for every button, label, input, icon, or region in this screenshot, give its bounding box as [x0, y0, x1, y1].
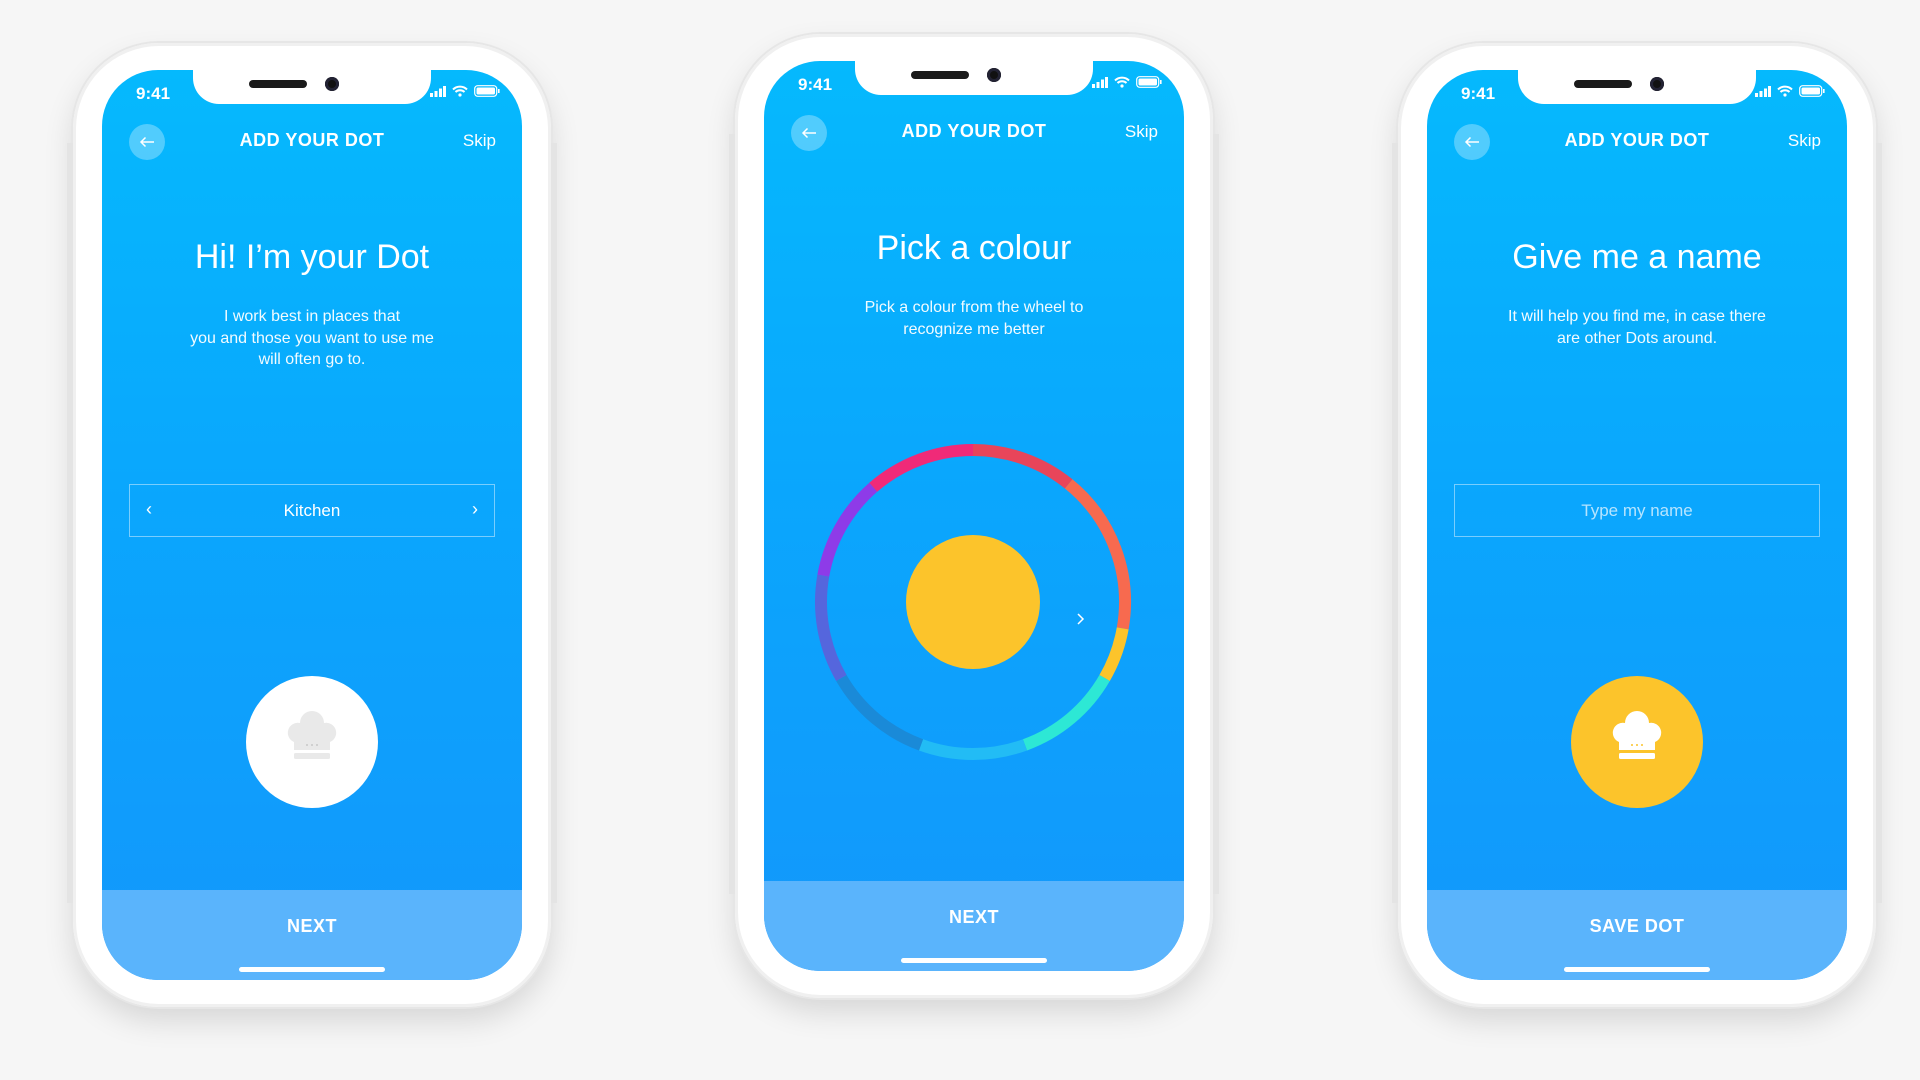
colour-wheel-segment[interactable]	[869, 444, 974, 492]
battery-icon	[474, 85, 500, 97]
chevron-left-icon[interactable]: ‹	[146, 499, 152, 520]
home-indicator	[1564, 967, 1710, 972]
skip-button[interactable]: Skip	[463, 131, 496, 151]
next-button-label: NEXT	[948, 907, 999, 927]
next-button-label: NEXT	[286, 916, 337, 936]
headline: Give me a name	[1512, 238, 1762, 276]
colour-wheel-segment[interactable]	[1064, 479, 1131, 630]
save-dot-button[interactable]: SAVE DOT	[1427, 890, 1847, 980]
description-line: are other Dots around.	[1556, 329, 1718, 347]
colour-wheel-segment[interactable]	[918, 739, 1028, 760]
description-line: you and those you want to use me	[190, 329, 434, 347]
name-input[interactable]	[1455, 484, 1819, 537]
location-selector: ‹ Kitchen ›	[129, 484, 495, 537]
colour-wheel[interactable]	[764, 61, 1184, 971]
signal-icon	[1755, 85, 1771, 97]
colour-wheel-segment[interactable]	[815, 574, 847, 681]
screen-location: 9:41 ADD YOUR DOT Skip Hi! I’m your Dot …	[102, 70, 522, 980]
colour-wheel-segment[interactable]	[836, 674, 924, 751]
colour-wheel-segment[interactable]	[972, 444, 1073, 489]
colour-wheel-segment[interactable]	[817, 482, 878, 577]
status-time: 9:41	[1461, 84, 1496, 103]
selected-colour-dot	[906, 535, 1040, 669]
dot-avatar	[246, 676, 378, 808]
home-indicator	[901, 958, 1047, 963]
colour-wheel-segment[interactable]	[1022, 674, 1110, 751]
notch	[193, 70, 431, 104]
status-time: 9:41	[136, 84, 171, 103]
notch	[1518, 70, 1756, 104]
phone-mockup-name: 9:41 ADD YOUR DOT Skip Give me a name It…	[1392, 43, 1882, 1007]
camera-icon	[1650, 77, 1664, 91]
save-dot-button-label: SAVE DOT	[1589, 916, 1685, 936]
camera-icon	[325, 77, 339, 91]
next-button[interactable]: NEXT	[764, 881, 1184, 971]
page-title: ADD YOUR DOT	[1564, 130, 1710, 150]
description-line: will often go to.	[258, 351, 366, 368]
chevron-right-icon[interactable]	[1077, 613, 1085, 625]
description: It will help you find me, in case there …	[1467, 306, 1807, 349]
headline: Hi! I’m your Dot	[194, 238, 430, 276]
page-title: ADD YOUR DOT	[239, 130, 385, 150]
signal-icon	[430, 85, 446, 97]
colour-wheel-segment[interactable]	[1099, 627, 1129, 681]
status-icons	[430, 85, 500, 97]
phone-mockup-colour: 9:41 ADD YOUR DOT Skip Pick a colour Pic…	[729, 34, 1219, 998]
battery-icon	[1799, 85, 1825, 97]
description-line: It will help you find me, in case there	[1508, 308, 1766, 325]
screen-name: 9:41 ADD YOUR DOT Skip Give me a name It…	[1427, 70, 1847, 980]
location-value: Kitchen	[283, 500, 341, 520]
home-indicator	[239, 967, 385, 972]
name-field[interactable]	[1454, 484, 1820, 537]
phone-mockup-location: 9:41 ADD YOUR DOT Skip Hi! I’m your Dot …	[67, 43, 557, 1007]
chevron-right-icon[interactable]: ›	[472, 499, 478, 520]
skip-button[interactable]: Skip	[1788, 131, 1821, 151]
wifi-icon	[1777, 85, 1793, 97]
chef-hat-icon	[1612, 711, 1662, 759]
dot-avatar	[1571, 676, 1703, 808]
description-line: I work best in places that	[223, 308, 401, 325]
chef-hat-icon	[287, 711, 337, 759]
screen-colour: 9:41 ADD YOUR DOT Skip Pick a colour Pic…	[764, 61, 1184, 971]
next-button[interactable]: NEXT	[102, 890, 522, 980]
description: I work best in places that you and those…	[142, 306, 482, 371]
wifi-icon	[452, 85, 468, 97]
status-icons	[1755, 85, 1825, 97]
